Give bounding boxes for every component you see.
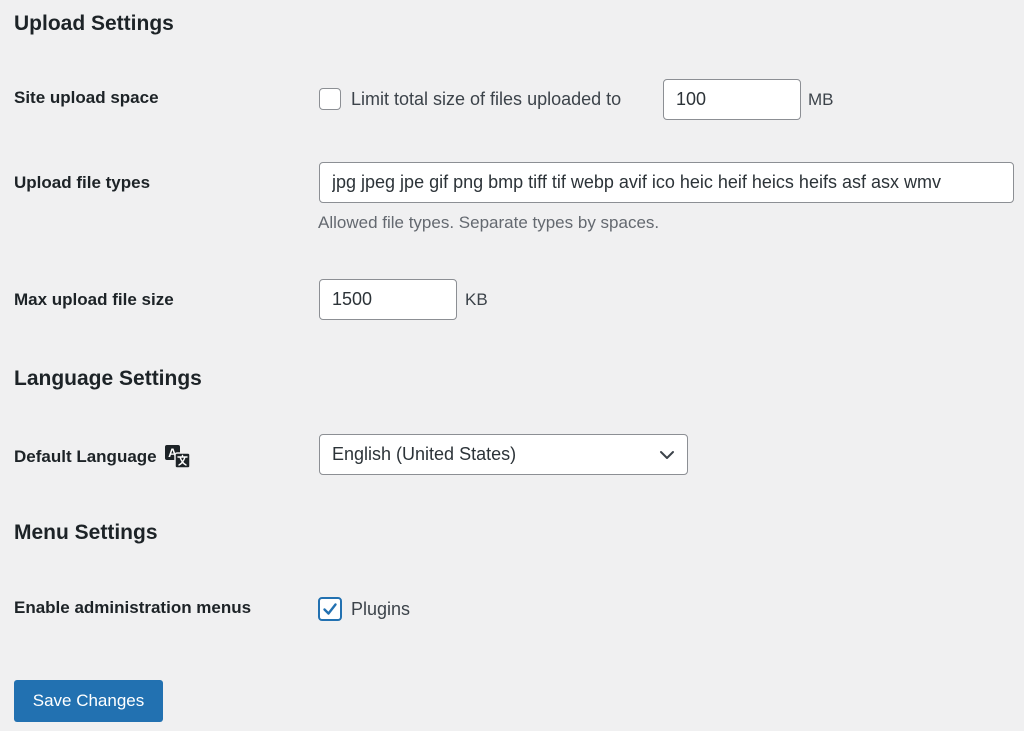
- default-language-label: Default Language: [14, 446, 157, 466]
- translation-icon: A: [164, 445, 191, 469]
- max-upload-file-size-label: Max upload file size: [14, 290, 174, 309]
- plugins-menu-checkbox[interactable]: [318, 597, 342, 621]
- upload-file-types-description: Allowed file types. Separate types by sp…: [318, 213, 660, 232]
- limit-upload-space-checkbox[interactable]: [319, 88, 341, 110]
- upload-settings-heading: Upload Settings: [14, 12, 174, 35]
- chevron-down-icon: [660, 451, 674, 459]
- upload-space-input[interactable]: [663, 79, 801, 120]
- upload-file-types-label: Upload file types: [14, 173, 151, 192]
- plugins-menu-label: Plugins: [351, 599, 411, 619]
- site-upload-space-label: Site upload space: [14, 88, 159, 107]
- save-changes-button[interactable]: Save Changes: [14, 680, 163, 722]
- default-language-selected: English (United States): [332, 444, 517, 464]
- menu-settings-heading: Menu Settings: [14, 521, 158, 544]
- enable-admin-menus-label: Enable administration menus: [14, 598, 252, 617]
- default-language-select[interactable]: English (United States): [319, 434, 688, 475]
- default-language-label-row: Default Language A: [14, 444, 191, 469]
- checkmark-icon: [323, 603, 337, 615]
- upload-space-unit: MB: [808, 90, 834, 109]
- language-settings-heading: Language Settings: [14, 367, 202, 390]
- max-upload-file-size-unit: KB: [465, 290, 488, 309]
- limit-upload-space-label: Limit total size of files uploaded to: [351, 89, 622, 109]
- max-upload-file-size-input[interactable]: [319, 279, 457, 320]
- upload-file-types-input[interactable]: [319, 162, 1014, 203]
- settings-page: Upload Settings Site upload space Limit …: [0, 0, 1024, 731]
